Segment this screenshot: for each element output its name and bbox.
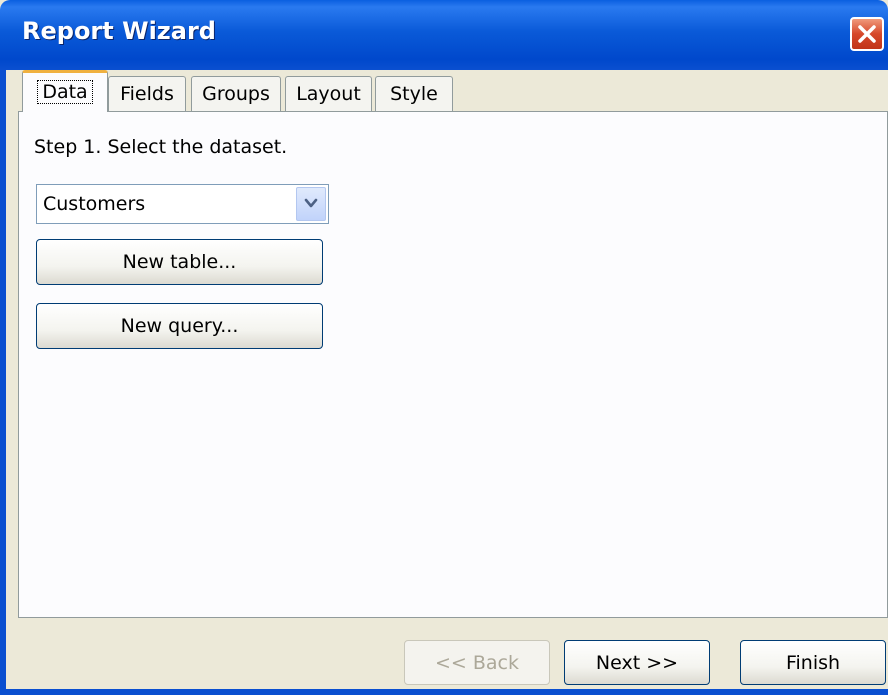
title-bar[interactable]: Report Wizard [0, 0, 888, 70]
tab-style-label: Style [390, 83, 438, 105]
tab-style[interactable]: Style [375, 76, 453, 111]
window-border-left [0, 70, 6, 695]
tab-data-label: Data [37, 80, 93, 104]
new-query-button[interactable]: New query... [36, 303, 323, 349]
finish-button[interactable]: Finish [740, 640, 886, 685]
back-button[interactable]: << Back [404, 640, 550, 685]
next-button[interactable]: Next >> [564, 640, 710, 685]
dropdown-arrow-button[interactable] [296, 187, 326, 221]
window-border-bottom [0, 689, 888, 695]
tab-layout-label: Layout [296, 83, 361, 105]
tab-layout[interactable]: Layout [285, 76, 372, 111]
report-wizard-window: Report Wizard Data Fields Groups Layout … [0, 0, 888, 695]
close-button[interactable] [850, 17, 884, 51]
close-icon [858, 25, 876, 43]
tab-fields[interactable]: Fields [108, 76, 186, 111]
window-title: Report Wizard [22, 17, 216, 45]
tab-fields-label: Fields [120, 83, 174, 105]
tab-groups[interactable]: Groups [191, 76, 281, 111]
dataset-value: Customers [43, 193, 146, 215]
tab-groups-label: Groups [202, 83, 270, 105]
chevron-down-icon [304, 198, 318, 208]
step-label: Step 1. Select the dataset. [34, 136, 288, 158]
new-table-button[interactable]: New table... [36, 239, 323, 285]
tab-data[interactable]: Data [22, 70, 108, 112]
dataset-dropdown[interactable]: Customers [36, 184, 329, 224]
